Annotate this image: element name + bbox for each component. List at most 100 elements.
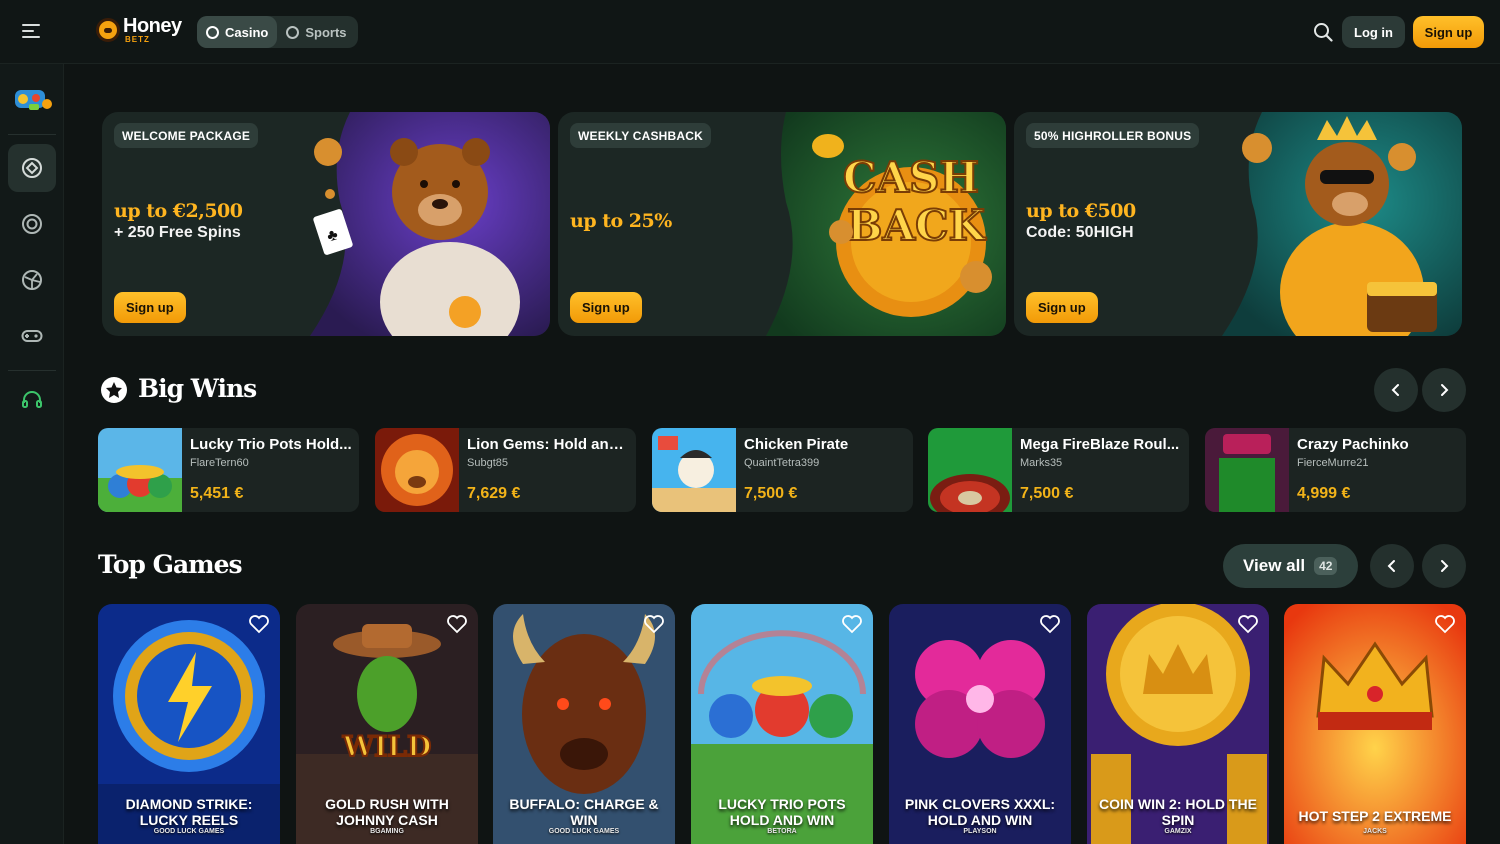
promotions-icon[interactable] <box>11 84 53 114</box>
game-card[interactable]: COIN WIN 2: HOLD THE SPIN GAMZIX <box>1087 604 1269 844</box>
bear-logo-icon <box>96 18 120 42</box>
promo-banner-welcome[interactable]: ♣ WELCOME PACKAGE up to €2,500 + 250 Fre… <box>102 112 550 336</box>
logo[interactable]: Honey BETZ <box>96 16 182 44</box>
view-all-count: 42 <box>1314 557 1338 575</box>
game-title: PINK CLOVERS XXXL: HOLD AND WIN <box>904 796 1056 828</box>
big-win-user: Marks35 <box>1020 457 1063 469</box>
favorite-heart-icon[interactable] <box>1434 614 1456 634</box>
sidebar-item-support[interactable] <box>8 376 56 424</box>
big-win-game: Crazy Pachinko <box>1297 436 1409 453</box>
game-card[interactable]: LUCKY TRIO POTS HOLD AND WIN BETORA <box>691 604 873 844</box>
promo-headline: up to €2,500 <box>114 200 243 222</box>
game-title: DIAMOND STRIKE: LUCKY REELS <box>125 796 253 828</box>
big-win-user: FierceMurre21 <box>1297 457 1369 469</box>
chevron-left-icon <box>1387 560 1395 572</box>
big-win-card[interactable]: Crazy Pachinko FierceMurre21 4,999 € <box>1205 428 1466 512</box>
game-card[interactable]: HOT STEP 2 EXTREME JACKS <box>1284 604 1466 844</box>
game-art-text: WILD <box>342 730 432 763</box>
favorite-heart-icon[interactable] <box>446 614 468 634</box>
game-card[interactable]: DIAMOND STRIKE: LUCKY REELS GOOD LUCK GA… <box>98 604 280 844</box>
promo-subline: Code: 50HIGH <box>1026 224 1134 241</box>
menu-icon[interactable] <box>22 24 40 40</box>
promo-tag: 50% HIGHROLLER BONUS <box>1026 123 1200 148</box>
top-games-title: Top Games <box>98 550 243 579</box>
promo-banner-highroller[interactable]: 50% HIGHROLLER BONUS up to €500 Code: 50… <box>1014 112 1462 336</box>
game-thumbnail <box>928 428 1012 512</box>
favorite-heart-icon[interactable] <box>841 614 863 634</box>
promo-tag: WEEKLY CASHBACK <box>570 123 712 148</box>
logo-subtext: BETZ <box>125 35 150 44</box>
game-thumbnail <box>1205 428 1289 512</box>
game-provider: BGAMING <box>370 828 404 835</box>
big-win-amount: 7,500 € <box>744 485 798 502</box>
big-win-game: Mega FireBlaze Roul... <box>1020 436 1180 453</box>
sports-tab[interactable]: Sports <box>277 16 355 48</box>
sidebar-divider <box>8 134 56 135</box>
big-win-user: FlareTern60 <box>190 457 249 469</box>
logo-text: Honey <box>123 15 182 37</box>
big-win-game: Lucky Trio Pots Hold... <box>190 436 352 453</box>
chevron-right-icon <box>1441 560 1449 572</box>
support-headset-icon <box>22 391 42 408</box>
game-provider: GOOD LUCK GAMES <box>548 828 620 835</box>
favorite-heart-icon[interactable] <box>1039 614 1061 634</box>
sidebar-divider <box>8 370 56 371</box>
top-games-prev-button[interactable] <box>1370 544 1414 588</box>
promo-tag: WELCOME PACKAGE <box>114 123 259 148</box>
favorite-heart-icon[interactable] <box>1237 614 1259 634</box>
game-provider: PLAYSON <box>963 828 997 835</box>
favorite-heart-icon[interactable] <box>248 614 270 634</box>
promo-banner-cashback[interactable]: CASH BACK WEEKLY CASHBACK up to 25% Sign… <box>558 112 1006 336</box>
promo-signup-button[interactable]: Sign up <box>114 292 186 323</box>
game-thumbnail <box>652 428 736 512</box>
top-bar: Honey BETZ Casino Sports Log in Sign up <box>0 0 1500 64</box>
search-icon[interactable] <box>1313 22 1333 42</box>
big-wins-next-button[interactable] <box>1422 368 1466 412</box>
chevron-left-icon <box>1391 384 1399 396</box>
chevron-right-icon <box>1441 384 1449 396</box>
game-provider: BETORA <box>767 828 797 835</box>
sidebar-item-games[interactable] <box>8 312 56 360</box>
game-card[interactable]: WILD GOLD RUSH WITH JOHNNY CASH BGAMING <box>296 604 478 844</box>
game-card[interactable]: PINK CLOVERS XXXL: HOLD AND WIN PLAYSON <box>889 604 1071 844</box>
game-title: LUCKY TRIO POTS HOLD AND WIN <box>718 796 846 828</box>
game-provider: GOOD LUCK GAMES <box>153 828 225 835</box>
sidebar-item-live-casino[interactable] <box>8 200 56 248</box>
casino-tab[interactable]: Casino <box>197 16 278 48</box>
big-win-amount: 7,629 € <box>467 485 521 502</box>
view-all-button[interactable]: View all 42 <box>1223 544 1358 588</box>
big-win-user: Subgt85 <box>467 457 508 469</box>
game-title: HOT STEP 2 EXTREME <box>1298 808 1452 824</box>
promo-signup-button[interactable]: Sign up <box>570 292 642 323</box>
big-win-amount: 4,999 € <box>1297 485 1351 502</box>
promo-headline: up to €500 <box>1026 200 1136 222</box>
big-win-card[interactable]: Chicken Pirate QuaintTetra399 7,500 € <box>652 428 913 512</box>
sidebar-item-sports[interactable] <box>8 256 56 304</box>
sports-ball-icon <box>286 25 300 39</box>
big-win-card[interactable]: Mega FireBlaze Roul... Marks35 7,500 € <box>928 428 1189 512</box>
casino-chip-icon <box>206 25 219 39</box>
big-win-card[interactable]: Lion Gems: Hold and... Subgt85 7,629 € <box>375 428 636 512</box>
game-title: GOLD RUSH WITH JOHNNY CASH <box>325 796 449 828</box>
big-wins-prev-button[interactable] <box>1374 368 1418 412</box>
signup-button[interactable]: Sign up <box>1413 16 1484 48</box>
bear-mascot-illustration: ♣ <box>310 112 550 336</box>
big-win-game: Lion Gems: Hold and... <box>467 436 629 453</box>
game-card[interactable]: BUFFALO: CHARGE & WIN GOOD LUCK GAMES <box>493 604 675 844</box>
big-wins-star-icon <box>101 377 127 403</box>
casino-tab-label: Casino <box>225 24 269 40</box>
big-win-game: Chicken Pirate <box>744 436 849 453</box>
top-games-next-button[interactable] <box>1422 544 1466 588</box>
login-button[interactable]: Log in <box>1342 16 1405 48</box>
big-win-card[interactable]: Lucky Trio Pots Hold... FlareTern60 5,45… <box>98 428 359 512</box>
cashback-art-text-1: CASH <box>843 153 979 202</box>
view-all-label: View all <box>1243 556 1306 575</box>
sidebar-item-casino[interactable] <box>8 144 56 192</box>
game-thumbnail <box>98 428 182 512</box>
sidebar <box>0 64 64 844</box>
favorite-heart-icon[interactable] <box>643 614 665 634</box>
promo-signup-button[interactable]: Sign up <box>1026 292 1098 323</box>
big-win-user: QuaintTetra399 <box>744 457 820 469</box>
cashback-honeycomb-illustration: CASH BACK <box>766 112 1006 336</box>
big-wins-title: Big Wins <box>138 374 257 403</box>
